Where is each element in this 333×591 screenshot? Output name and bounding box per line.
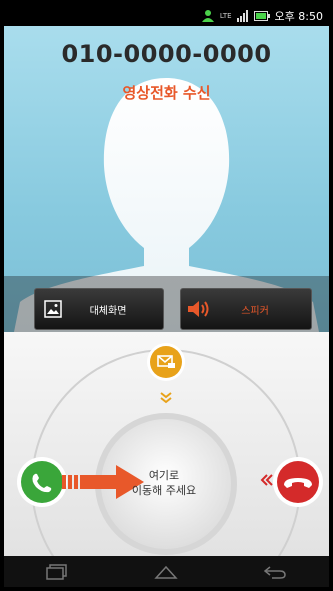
speaker-button[interactable]: 스피커 bbox=[180, 288, 312, 330]
image-icon bbox=[35, 300, 71, 318]
signal-bars-icon bbox=[236, 10, 248, 22]
alternate-screen-label: 대체화면 bbox=[89, 305, 127, 317]
instruction-line2: 이동해 주세요 bbox=[131, 484, 197, 497]
call-type-label: 영상전화 수신 bbox=[122, 84, 211, 102]
photo-button-bar: 대체화면 스피커 bbox=[4, 276, 329, 332]
battery-icon bbox=[253, 11, 270, 21]
phone-screen: LTE 오후 8:50 010-0000-0000 영상전화 수신 대체화면 스… bbox=[4, 4, 329, 587]
home-icon[interactable] bbox=[153, 564, 179, 580]
caller-photo: 010-0000-0000 영상전화 수신 대체화면 스피커 bbox=[4, 26, 329, 332]
answer-area: 여기로 이동해 주세요 bbox=[4, 332, 329, 556]
speaker-label: 스피커 bbox=[241, 305, 269, 317]
lte-signal-icon: LTE bbox=[219, 12, 232, 20]
drag-target[interactable]: 여기로 이동해 주세요 bbox=[114, 468, 214, 498]
alternate-screen-button[interactable]: 대체화면 bbox=[34, 288, 164, 330]
navigation-bar bbox=[4, 556, 329, 587]
status-bar: LTE 오후 8:50 bbox=[4, 4, 329, 26]
instruction-line1: 여기로 bbox=[148, 469, 180, 482]
person-icon bbox=[201, 10, 214, 22]
reject-with-message-button[interactable] bbox=[146, 342, 186, 382]
reject-call-button[interactable] bbox=[272, 456, 324, 508]
caller-number: 010-0000-0000 bbox=[61, 40, 272, 68]
speaker-icon bbox=[181, 299, 217, 319]
recent-apps-icon[interactable] bbox=[45, 563, 70, 580]
status-time: 오후 8:50 bbox=[274, 10, 323, 23]
back-icon[interactable] bbox=[262, 564, 288, 580]
